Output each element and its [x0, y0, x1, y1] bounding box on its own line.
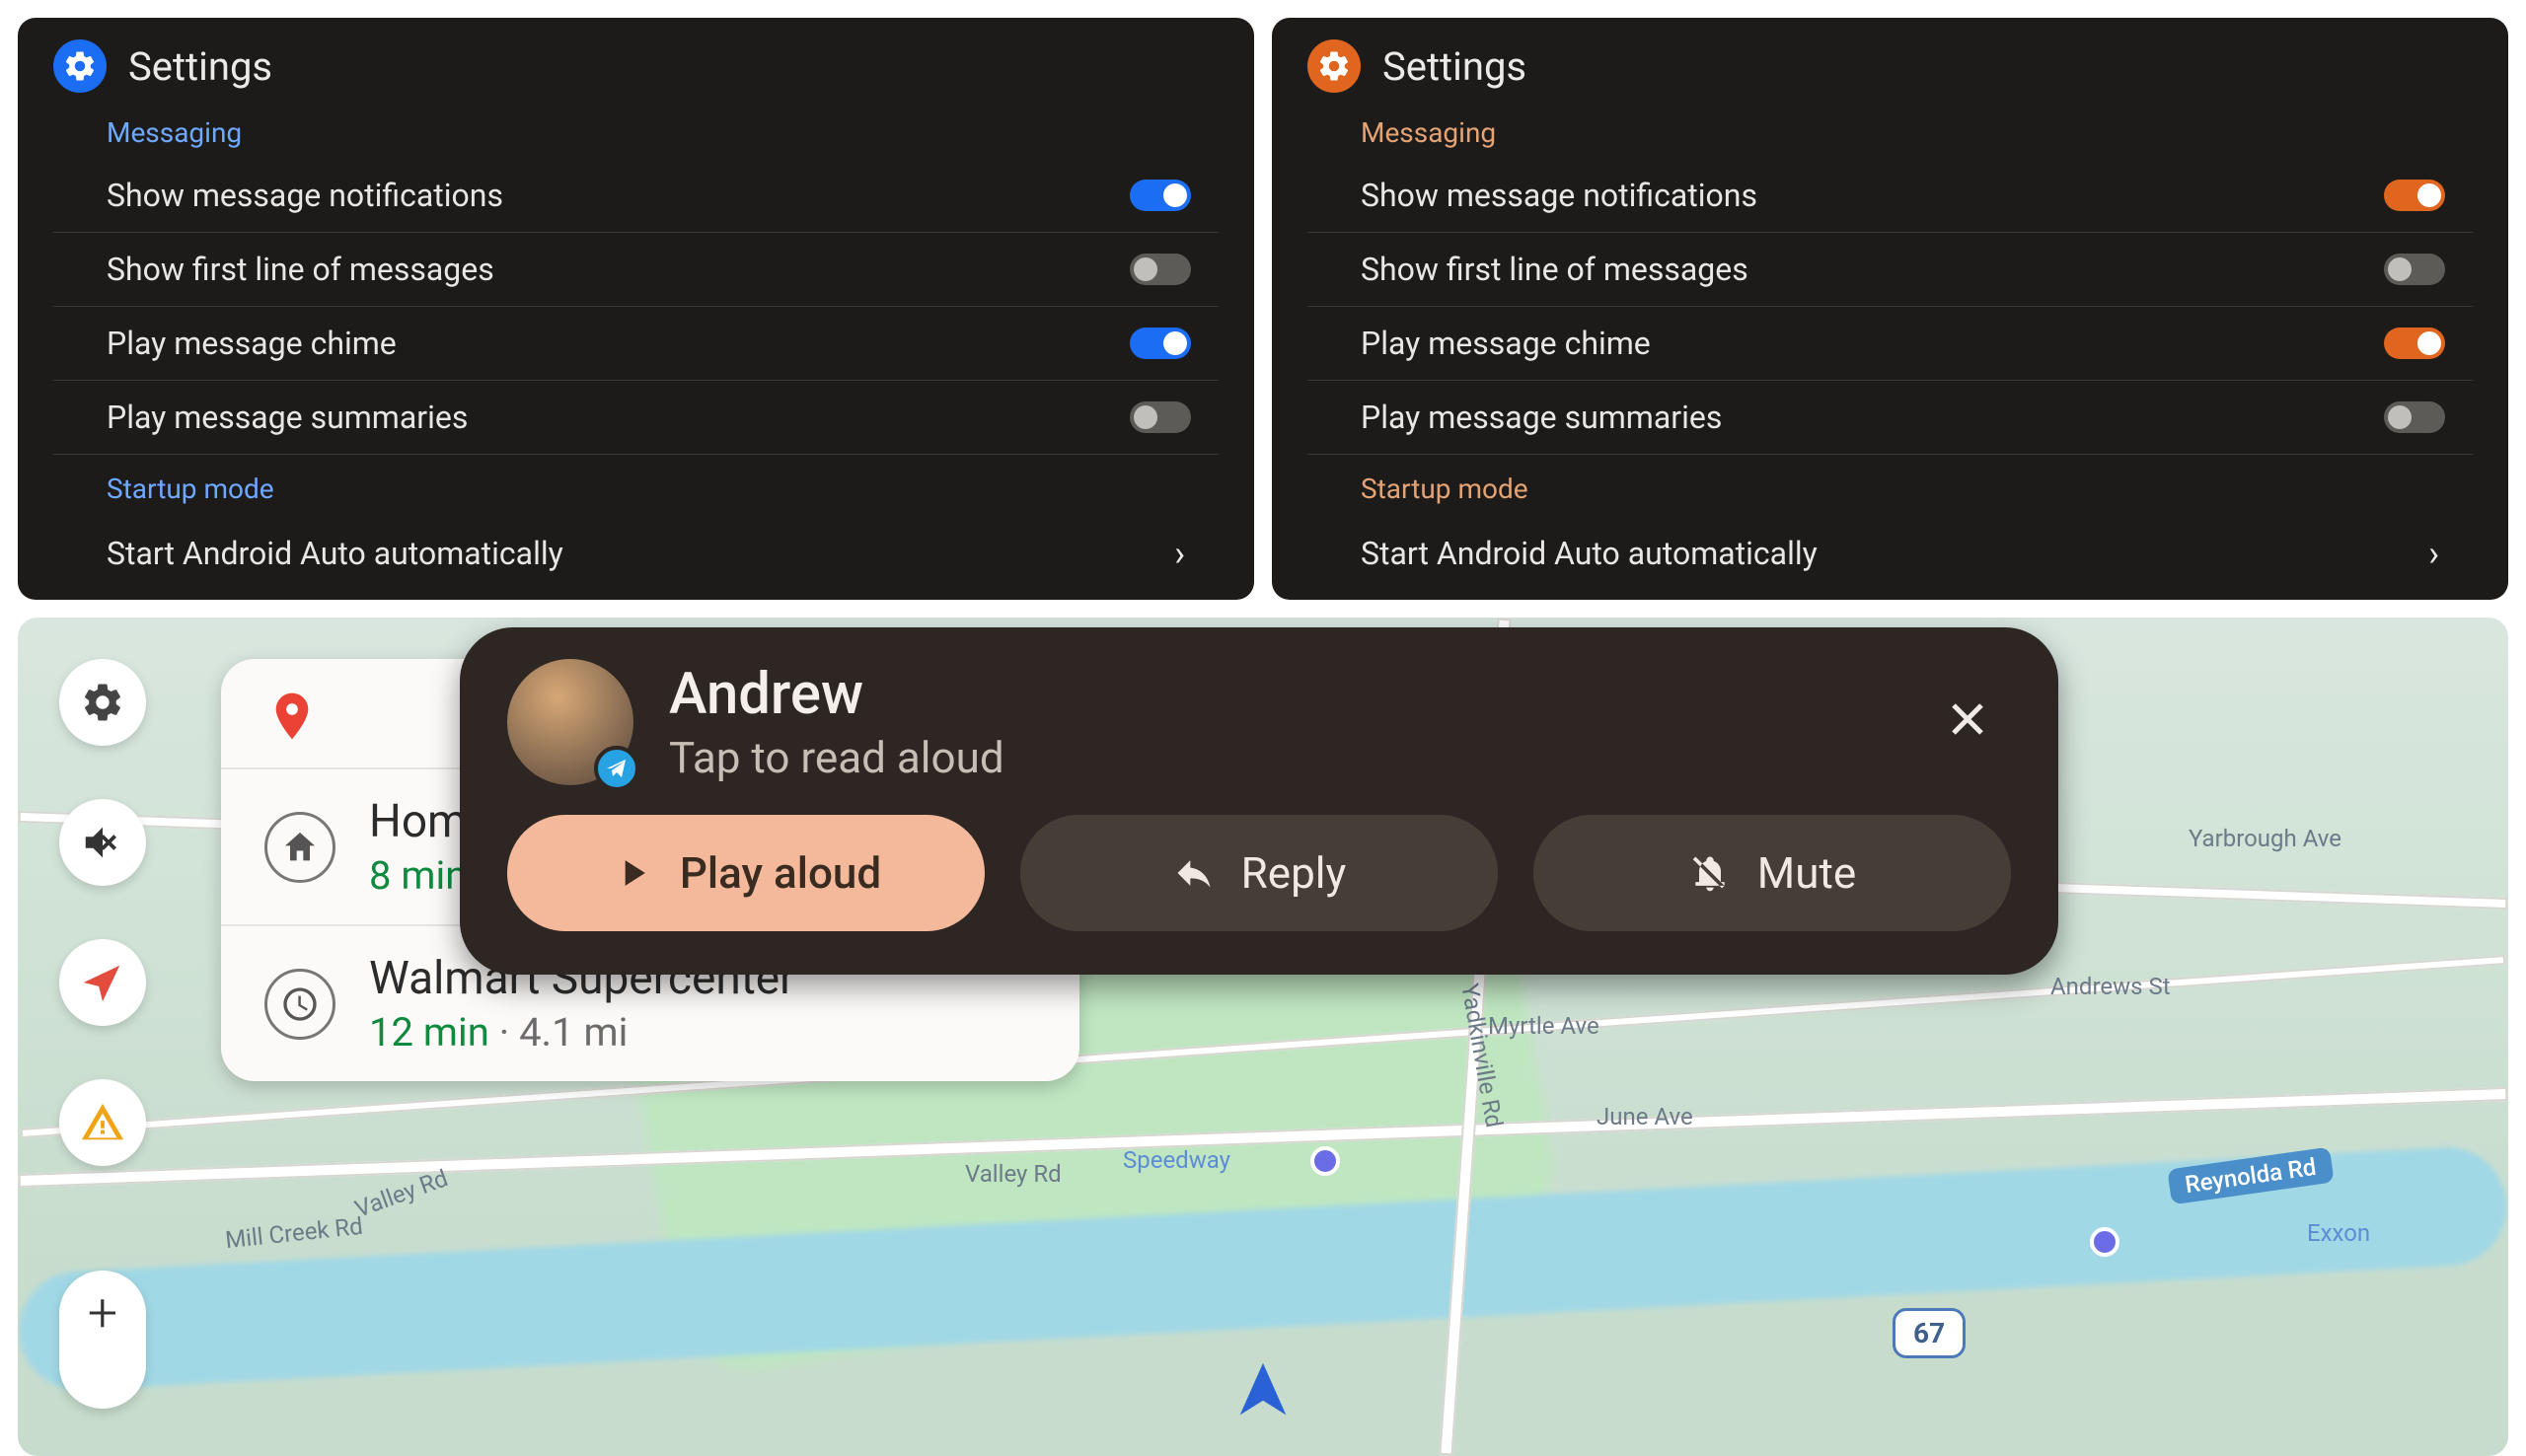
poi-speedway: Speedway — [1123, 1146, 1230, 1174]
notification-header: Andrew Tap to read aloud — [507, 659, 2011, 785]
button-label: Play aloud — [680, 847, 881, 899]
zoom-control[interactable]: + — [59, 1271, 146, 1409]
setting-play-summaries[interactable]: Play message summaries — [53, 381, 1219, 455]
current-location-arrow-icon — [1228, 1357, 1298, 1426]
setting-start-auto[interactable]: Start Android Auto automatically › — [1307, 515, 2473, 592]
toggle-off[interactable] — [1130, 254, 1191, 285]
destination-distance: · 4.1 mi — [489, 1009, 629, 1056]
chevron-right-icon: › — [2428, 533, 2439, 574]
section-messaging: Messaging — [107, 116, 1219, 149]
mute-button[interactable]: Mute — [1533, 815, 2011, 931]
toggle-off[interactable] — [2384, 254, 2445, 285]
poi-exxon: Exxon — [2307, 1219, 2370, 1247]
play-aloud-button[interactable]: Play aloud — [507, 815, 985, 931]
setting-label: Show first line of messages — [1361, 251, 1748, 288]
button-label: Mute — [1757, 847, 1856, 899]
settings-header: Settings — [53, 39, 1219, 93]
setting-label: Play message chime — [107, 325, 397, 362]
play-icon — [611, 851, 654, 895]
toggle-off[interactable] — [1130, 401, 1191, 433]
setting-show-first-line[interactable]: Show first line of messages — [1307, 233, 2473, 307]
setting-label: Show message notifications — [107, 177, 503, 214]
report-hazard-button[interactable] — [59, 1079, 146, 1166]
setting-label: Show first line of messages — [107, 251, 494, 288]
road-label: Myrtle Ave — [1488, 1012, 1599, 1040]
notification-actions: Play aloud Reply Mute — [507, 815, 2011, 931]
settings-title: Settings — [1382, 43, 1526, 90]
map-settings-button[interactable] — [59, 659, 146, 746]
setting-label: Show message notifications — [1361, 177, 1757, 214]
message-notification: Andrew Tap to read aloud Play aloud Repl… — [460, 627, 2058, 975]
button-label: Reply — [1241, 847, 1347, 899]
road-label: June Ave — [1597, 1103, 1693, 1130]
toggle-on[interactable] — [1130, 180, 1191, 211]
mute-bell-icon — [1688, 851, 1732, 895]
recent-icon — [264, 969, 335, 1040]
close-icon — [1944, 695, 1991, 743]
setting-show-notifications[interactable]: Show message notifications — [1307, 159, 2473, 233]
road-label: Andrews St — [2050, 973, 2171, 1000]
telegram-icon — [594, 746, 639, 791]
mute-audio-button[interactable] — [59, 799, 146, 886]
road-label: Yarbrough Ave — [2189, 825, 2341, 852]
gear-icon — [1307, 39, 1361, 93]
road-label: Valley Rd — [965, 1160, 1062, 1188]
map-side-buttons — [59, 659, 146, 1166]
toggle-on[interactable] — [2384, 328, 2445, 359]
setting-start-auto[interactable]: Start Android Auto automatically › — [53, 515, 1219, 592]
setting-label: Play message summaries — [107, 399, 468, 436]
setting-play-summaries[interactable]: Play message summaries — [1307, 381, 2473, 455]
section-messaging: Messaging — [1361, 116, 2473, 149]
route-shield: 67 — [1893, 1308, 1966, 1358]
map-panel[interactable]: Valley Rd Valley Rd Myrtle Ave June Ave … — [18, 618, 2508, 1456]
setting-label: Play message chime — [1361, 325, 1651, 362]
setting-show-first-line[interactable]: Show first line of messages — [53, 233, 1219, 307]
toggle-on[interactable] — [1130, 328, 1191, 359]
setting-show-notifications[interactable]: Show message notifications — [53, 159, 1219, 233]
map-pin-icon — [1310, 1146, 1340, 1176]
chevron-right-icon: › — [1174, 533, 1185, 574]
close-button[interactable] — [1924, 687, 2011, 759]
home-icon — [264, 812, 335, 883]
section-startup: Startup mode — [107, 473, 1219, 505]
settings-panel-blue: Settings Messaging Show message notifica… — [18, 18, 1254, 600]
map-pin-icon — [2090, 1227, 2119, 1257]
setting-play-chime[interactable]: Play message chime — [1307, 307, 2473, 381]
sender-name: Andrew — [669, 661, 1004, 728]
settings-panel-orange: Settings Messaging Show message notifica… — [1272, 18, 2508, 600]
settings-header: Settings — [1307, 39, 2473, 93]
reply-icon — [1172, 851, 1216, 895]
road-label: Mill Creek Rd — [224, 1212, 364, 1254]
setting-label: Play message summaries — [1361, 399, 1722, 436]
reply-button[interactable]: Reply — [1020, 815, 1498, 931]
recenter-button[interactable] — [59, 939, 146, 1026]
setting-play-chime[interactable]: Play message chime — [53, 307, 1219, 381]
settings-title: Settings — [128, 43, 272, 90]
toggle-on[interactable] — [2384, 180, 2445, 211]
zoom-in-icon[interactable]: + — [88, 1282, 118, 1345]
gear-icon — [53, 39, 107, 93]
notification-subtitle: Tap to read aloud — [669, 732, 1004, 783]
avatar — [507, 659, 633, 785]
section-startup: Startup mode — [1361, 473, 2473, 505]
google-maps-icon — [264, 689, 320, 744]
setting-label: Start Android Auto automatically — [1361, 535, 1818, 572]
destination-time: 8 min — [369, 852, 467, 899]
destination-time: 12 min — [369, 1009, 489, 1056]
setting-label: Start Android Auto automatically — [107, 535, 563, 572]
toggle-off[interactable] — [2384, 401, 2445, 433]
